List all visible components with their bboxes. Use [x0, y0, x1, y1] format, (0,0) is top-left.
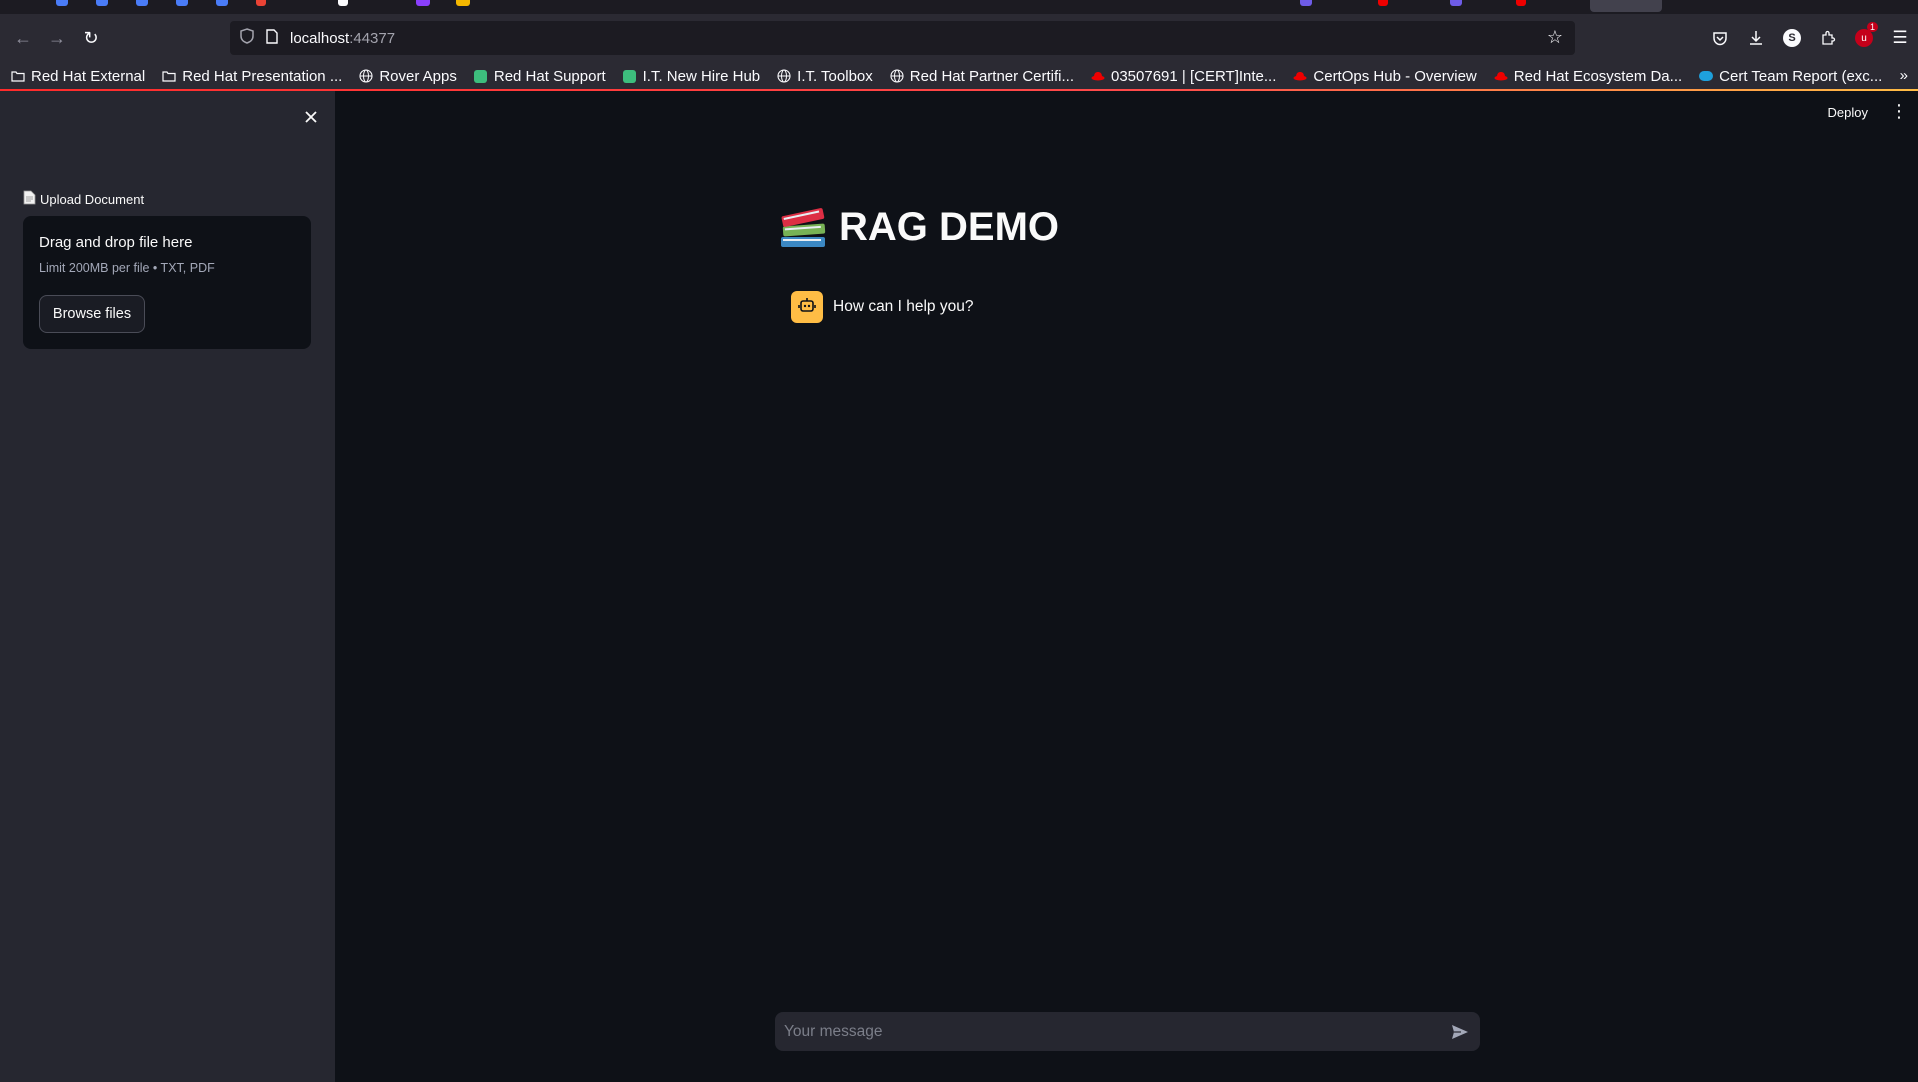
- url-bar[interactable]: localhost:44377 ☆: [230, 21, 1575, 55]
- bookmark-label: Red Hat Presentation ...: [182, 67, 343, 85]
- forward-icon[interactable]: →: [40, 21, 74, 55]
- bookmark-item[interactable]: I.T. New Hire Hub: [622, 67, 761, 85]
- app-header: Deploy ⋮: [335, 91, 1918, 135]
- dropzone-title: Drag and drop file here: [39, 234, 193, 251]
- extension-badge-count: 1: [1866, 22, 1878, 32]
- chat-message: How can I help you?: [791, 291, 973, 323]
- bookmark-item[interactable]: Cert Team Report (exc...: [1698, 68, 1882, 85]
- bookmark-star-icon[interactable]: ☆: [1547, 27, 1563, 48]
- browser-tab-strip[interactable]: [0, 0, 1918, 14]
- bookmarks-bar: Red Hat External Red Hat Presentation ..…: [0, 62, 1918, 90]
- browse-files-button[interactable]: Browse files: [39, 295, 145, 333]
- globe-icon: [889, 68, 905, 84]
- redhat-icon: [1493, 68, 1509, 84]
- salesforce-icon: [1698, 68, 1714, 84]
- send-icon[interactable]: [1440, 1012, 1480, 1051]
- bookmark-label: Red Hat Partner Certifi...: [909, 67, 1074, 85]
- bookmark-label: 03507691 | [CERT]Inte...: [1111, 67, 1277, 85]
- extensions-icon[interactable]: [1810, 21, 1846, 55]
- redhat-icon: [1090, 68, 1106, 84]
- chat-input-container: [775, 1012, 1480, 1051]
- upload-label-text: Upload Document: [40, 191, 145, 207]
- bookmark-item[interactable]: 03507691 | [CERT]Inte...: [1090, 68, 1276, 85]
- bookmark-label: CertOps Hub - Overview: [1313, 67, 1477, 85]
- redhat-icon: [1292, 68, 1308, 84]
- toolbar-right: S u 1 ☰: [1702, 21, 1918, 55]
- bookmark-item[interactable]: Red Hat External: [10, 68, 145, 85]
- robot-icon: [798, 296, 816, 319]
- green-app-icon: [622, 68, 638, 84]
- ublock-icon[interactable]: u 1: [1846, 21, 1882, 55]
- bookmark-label: Red Hat Support: [493, 67, 606, 85]
- download-icon[interactable]: [1738, 21, 1774, 55]
- bookmark-label: I.T. New Hire Hub: [642, 67, 761, 85]
- bookmark-item[interactable]: I.T. Toolbox: [776, 68, 873, 85]
- document-icon: [23, 190, 36, 208]
- upload-label: Upload Document: [23, 190, 144, 208]
- bookmark-label: I.T. Toolbox: [797, 67, 873, 85]
- green-app-icon: [473, 68, 489, 84]
- bookmark-label: Red Hat External: [31, 67, 146, 85]
- bookmark-item[interactable]: Red Hat Support: [473, 68, 606, 85]
- page-title: RAG DEMO: [777, 203, 1059, 251]
- bookmark-item[interactable]: Red Hat Ecosystem Da...: [1493, 68, 1682, 85]
- shield-icon[interactable]: [240, 28, 254, 48]
- file-dropzone[interactable]: Drag and drop file here Limit 200MB per …: [23, 216, 311, 349]
- url-host: localhost: [290, 29, 350, 47]
- profile-icon[interactable]: S: [1774, 21, 1810, 55]
- back-icon[interactable]: ←: [6, 21, 40, 55]
- bookmark-item[interactable]: Red Hat Presentation ...: [161, 68, 342, 85]
- globe-icon: [358, 68, 374, 84]
- sidebar: Upload Document Drag and drop file here …: [0, 91, 335, 1082]
- bookmarks-overflow-icon[interactable]: »: [1900, 67, 1908, 84]
- more-options-icon[interactable]: ⋮: [1890, 101, 1908, 122]
- bookmark-label: Red Hat Ecosystem Da...: [1513, 67, 1683, 85]
- bookmark-label: Cert Team Report (exc...: [1719, 67, 1883, 85]
- bot-avatar: [791, 291, 823, 323]
- chat-input[interactable]: [775, 1012, 1440, 1051]
- deploy-button[interactable]: Deploy: [1828, 105, 1868, 120]
- bookmark-label: Rover Apps: [379, 67, 457, 85]
- browser-navbar: ← → ↻ localhost:44377 ☆ S u 1 ☰: [0, 14, 1918, 62]
- chat-message-text: How can I help you?: [833, 298, 974, 315]
- folder-icon: [10, 68, 26, 84]
- globe-icon: [776, 68, 792, 84]
- page-icon[interactable]: [266, 28, 278, 48]
- books-icon: [777, 203, 829, 251]
- close-icon[interactable]: [300, 106, 322, 128]
- bookmark-item[interactable]: CertOps Hub - Overview: [1292, 67, 1477, 85]
- reload-icon[interactable]: ↻: [74, 21, 108, 55]
- bookmark-item[interactable]: Rover Apps: [358, 68, 457, 85]
- bookmark-item[interactable]: Red Hat Partner Certifi...: [889, 68, 1074, 85]
- menu-icon[interactable]: ☰: [1882, 21, 1918, 55]
- folder-icon: [161, 68, 177, 84]
- pocket-icon[interactable]: [1702, 21, 1738, 55]
- dropzone-limit: Limit 200MB per file • TXT, PDF: [39, 261, 215, 275]
- title-text: RAG DEMO: [839, 204, 1059, 249]
- url-port: :44377: [349, 29, 396, 47]
